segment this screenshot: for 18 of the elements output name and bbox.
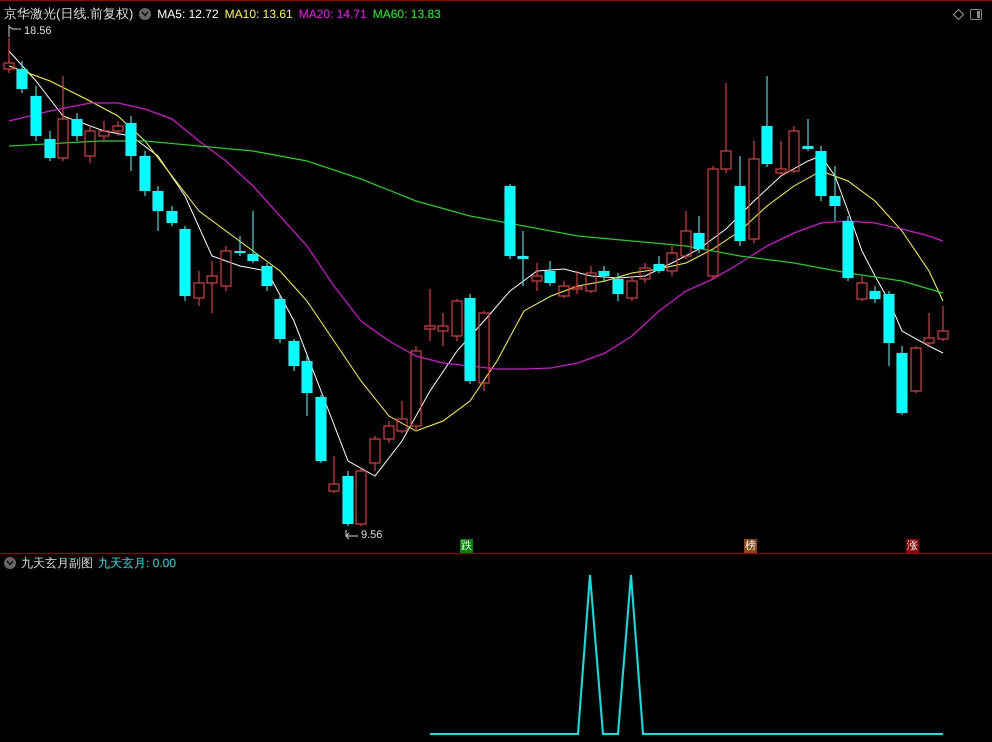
- moving-average-label: MA10: 13.61: [224, 6, 293, 23]
- dropdown-icon[interactable]: [4, 557, 16, 569]
- panel-toggle-icon[interactable]: [970, 8, 982, 20]
- event-tag: 涨: [906, 539, 919, 553]
- moving-average-label: MA20: 14.71: [298, 6, 367, 23]
- moving-average-label: MA5: 12.72: [157, 6, 219, 23]
- sub-chart-title: 九天玄月副图: [21, 555, 93, 572]
- high-marker-icon: [8, 25, 22, 38]
- dropdown-icon[interactable]: [139, 8, 152, 20]
- event-tag: 跌: [460, 539, 473, 553]
- diamond-icon[interactable]: [953, 8, 964, 20]
- low-price-label: 9.56: [361, 528, 382, 543]
- moving-average-label: MA60: 13.83: [372, 6, 441, 23]
- high-price-label: 18.56: [24, 24, 52, 39]
- low-marker-icon: [345, 530, 359, 540]
- event-tag: 榜: [744, 539, 757, 553]
- indicator-value: 九天玄月: 0.00: [98, 555, 176, 572]
- stock-title: 京华激光(日线.前复权): [4, 5, 134, 24]
